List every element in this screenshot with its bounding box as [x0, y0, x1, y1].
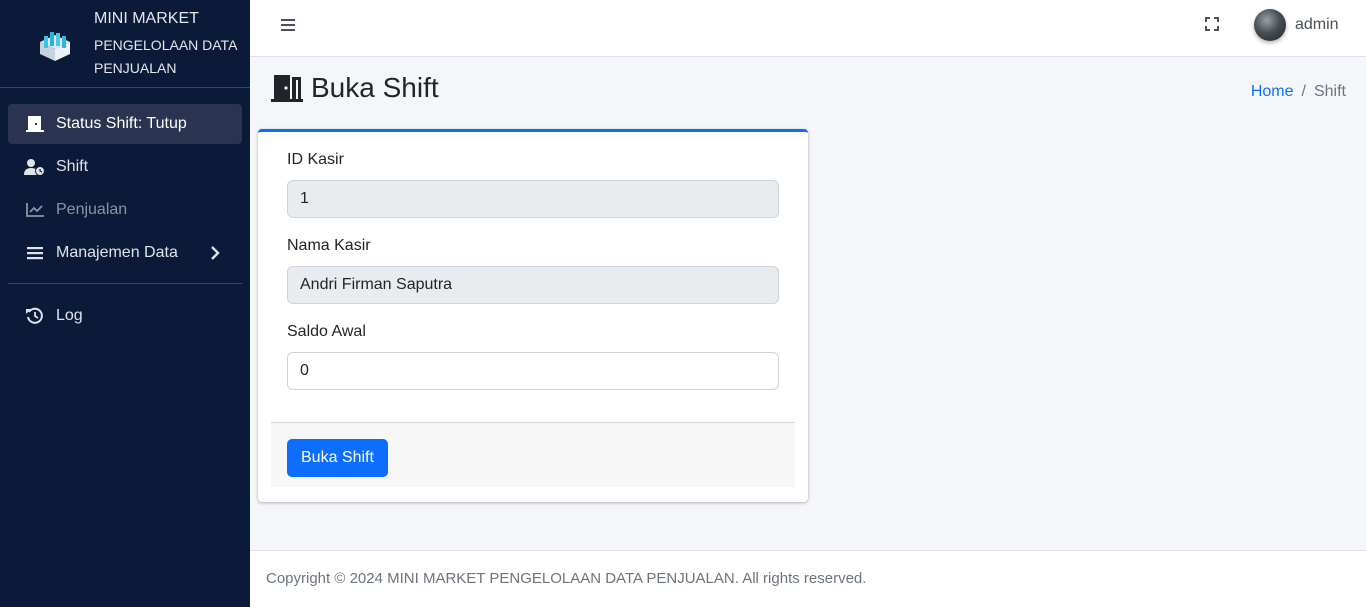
brand-subtitle: PENGELOLAAN DATA PENJUALAN [94, 37, 237, 76]
sidebar-item-manajemen-data[interactable]: Manajemen Data [8, 233, 242, 273]
breadcrumb-separator: / [1301, 83, 1306, 100]
sidebar: MINI MARKET PENGELOLAAN DATA PENJUALAN S… [0, 0, 250, 607]
saldo-awal-label: Saldo Awal [287, 323, 366, 340]
fullscreen-icon[interactable] [1204, 16, 1220, 32]
sidebar-item-status-shift[interactable]: Status Shift: Tutup [8, 104, 242, 144]
sidebar-item-label: Status Shift: Tutup [56, 115, 187, 132]
copyright-text: Copyright © 2024 MINI MARKET PENGELOLAAN… [266, 570, 867, 587]
page-title: Buka Shift [270, 72, 439, 104]
door-icon [24, 115, 46, 133]
sidebar-divider [8, 283, 242, 284]
sidebar-nav: Status Shift: Tutup Shift Penjualan Mana… [8, 104, 242, 339]
market-logo-icon [40, 32, 70, 61]
breadcrumb-home[interactable]: Home [1251, 83, 1294, 101]
bars-icon [24, 244, 46, 262]
nama-kasir-label: Nama Kasir [287, 237, 371, 254]
hamburger-menu-icon[interactable] [280, 18, 296, 32]
sidebar-item-log[interactable]: Log [8, 296, 242, 336]
door-open-icon [271, 75, 303, 102]
chart-line-icon [24, 201, 46, 219]
sidebar-item-shift[interactable]: Shift [8, 147, 242, 187]
user-menu[interactable]: admin [1254, 9, 1339, 41]
breadcrumb-current: Shift [1313, 83, 1346, 100]
buka-shift-button[interactable]: Buka Shift [287, 439, 388, 477]
nama-kasir-field[interactable] [287, 266, 779, 304]
id-kasir-label: ID Kasir [287, 151, 344, 168]
username: admin [1295, 16, 1339, 33]
chevron-right-icon [210, 245, 220, 266]
shift-form-card: ID Kasir Nama Kasir Saldo Awal Buka Shif… [258, 129, 808, 502]
id-kasir-field[interactable] [287, 180, 779, 218]
topbar: admin [250, 0, 1366, 57]
card-footer: Buka Shift [271, 422, 795, 487]
footer: Copyright © 2024 MINI MARKET PENGELOLAAN… [250, 550, 1366, 607]
page-title-text: Buka Shift [311, 72, 439, 103]
brand[interactable]: MINI MARKET PENGELOLAAN DATA PENJUALAN [0, 0, 250, 88]
sidebar-item-label: Shift [56, 158, 89, 175]
avatar [1254, 9, 1286, 41]
breadcrumb: Home / Shift [1251, 83, 1346, 101]
sidebar-item-label: Log [56, 307, 83, 324]
sidebar-item-label: Penjualan [56, 201, 128, 218]
saldo-awal-field[interactable] [287, 352, 779, 390]
sidebar-item-label: Manajemen Data [56, 244, 178, 261]
brand-title: MINI MARKET [94, 10, 199, 27]
history-icon [24, 307, 46, 325]
sidebar-item-penjualan[interactable]: Penjualan [8, 190, 242, 230]
user-clock-icon [24, 158, 46, 176]
